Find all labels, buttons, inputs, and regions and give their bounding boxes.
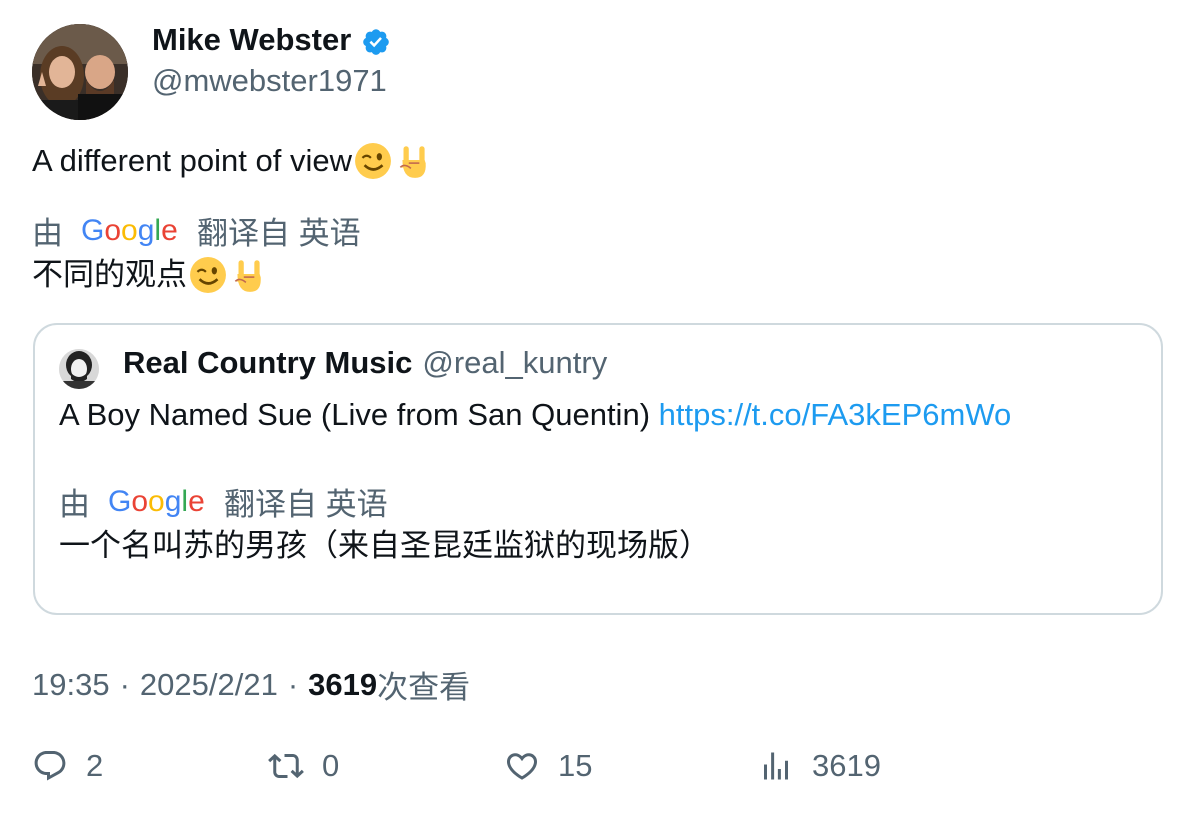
translated-by-label: 由 — [32, 216, 63, 251]
author-avatar[interactable] — [32, 24, 128, 120]
quoted-translation-attribution[interactable]: 由 Google 翻译自 英语 — [59, 479, 388, 524]
translation-attribution[interactable]: 由 Google 翻译自 英语 — [32, 208, 361, 253]
quoted-header: Real Country Music @real_kuntry — [123, 345, 607, 381]
views-button[interactable]: 3619 — [758, 748, 881, 784]
views-count: 3619 — [308, 666, 378, 702]
quoted-tweet-text-content: A Boy Named Sue (Live from San Quentin) — [59, 397, 659, 432]
heart-icon — [506, 753, 538, 780]
winking-face-icon — [355, 143, 391, 179]
reply-icon — [34, 751, 66, 781]
tweet-date[interactable]: 2025/2/21 — [140, 667, 278, 703]
quoted-avatar-photo — [59, 349, 99, 389]
tweet-text: A different point of view — [32, 141, 432, 181]
reply-button[interactable]: 2 — [32, 748, 103, 784]
views-action-count: 3619 — [812, 748, 881, 783]
verified-badge-icon — [361, 27, 391, 57]
quoted-author-handle[interactable]: @real_kuntry — [422, 345, 607, 381]
author-name[interactable]: Mike Webster — [152, 22, 351, 58]
quoted-author-avatar[interactable] — [59, 349, 99, 389]
meta-separator: · — [287, 666, 299, 702]
sign-of-the-horns-icon — [234, 260, 261, 292]
tweet-time[interactable]: 19:35 — [32, 667, 110, 703]
author-handle[interactable]: @mwebster1971 — [152, 63, 387, 99]
like-count: 15 — [558, 748, 593, 783]
like-button[interactable]: 15 — [504, 748, 592, 784]
google-logo: Google — [81, 214, 177, 247]
views-label: 次查看 — [377, 670, 471, 705]
tweet-translation: 不同的观点 — [32, 255, 267, 295]
quoted-author-name[interactable]: Real Country Music — [123, 345, 412, 381]
tweet-meta: 19:35 · 2025/2/21 · 3619 次查看 — [32, 662, 470, 707]
translated-from-label: 翻译自 英语 — [224, 487, 388, 522]
quoted-tweet-card[interactable]: Real Country Music @real_kuntry A Boy Na… — [33, 323, 1163, 615]
translated-from-label: 翻译自 英语 — [197, 216, 361, 251]
meta-separator: · — [119, 666, 130, 702]
translated-by-label: 由 — [59, 487, 90, 522]
google-logo: Google — [108, 485, 204, 518]
svg-text:Google: Google — [108, 485, 204, 518]
avatar-photo — [32, 24, 128, 120]
tweet-text-content: A different point of view — [32, 143, 352, 178]
sign-of-the-horns-icon — [399, 146, 426, 178]
retweet-count: 0 — [322, 748, 340, 783]
retweet-button[interactable]: 0 — [268, 748, 339, 784]
reply-count: 2 — [86, 748, 104, 783]
quoted-translation-text: 一个名叫苏的男孩（来自圣昆廷监狱的现场版） — [59, 528, 710, 563]
tweet-translation-text: 不同的观点 — [32, 257, 187, 292]
winking-face-icon — [190, 257, 226, 293]
author-name-row: Mike Webster — [152, 22, 391, 58]
svg-text:Google: Google — [81, 214, 177, 247]
quoted-tweet-text: A Boy Named Sue (Live from San Quentin) … — [59, 395, 1011, 435]
retweet-icon — [268, 753, 304, 779]
analytics-icon — [764, 752, 788, 780]
quoted-tweet-link[interactable]: https://t.co/FA3kEP6mWo — [659, 397, 1012, 432]
